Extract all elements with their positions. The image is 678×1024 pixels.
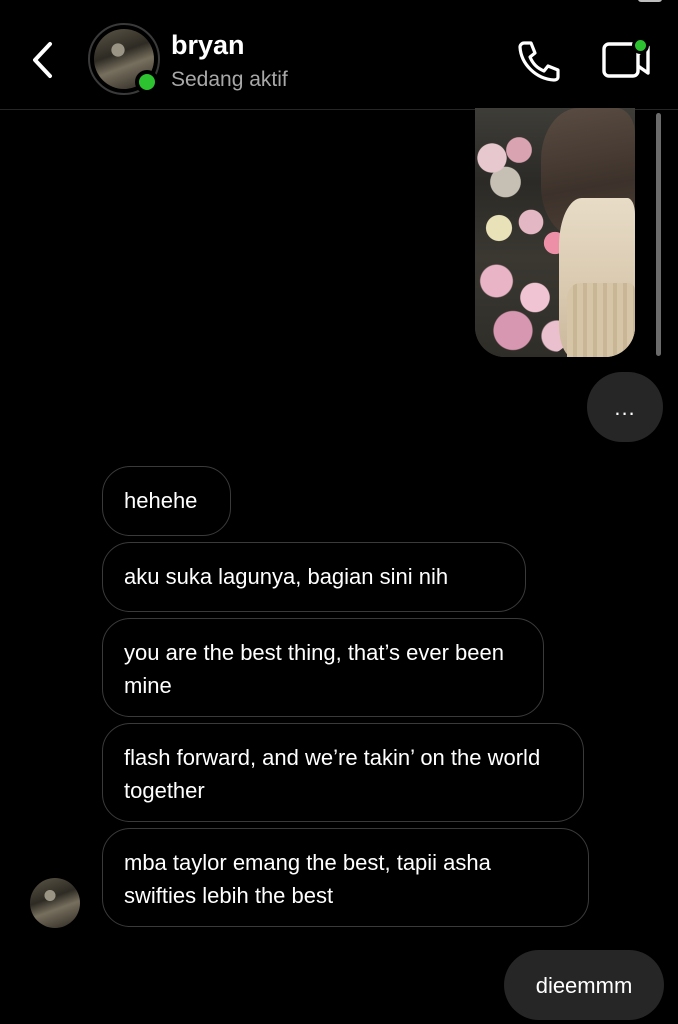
received-message[interactable]: flash forward, and we’re takin’ on the w… — [102, 723, 584, 822]
message-more-button[interactable]: ... — [587, 372, 663, 442]
chat-header: bryan Sedang aktif — [0, 0, 678, 110]
phone-icon — [518, 41, 560, 82]
message-text: flash forward, and we’re takin’ on the w… — [124, 745, 541, 803]
contact-name[interactable]: bryan — [171, 30, 245, 61]
message-text: mba taylor emang the best, tapii asha sw… — [124, 850, 491, 908]
received-message[interactable]: you are the best thing, that’s ever been… — [102, 618, 544, 717]
message-text: hehehe — [124, 488, 198, 513]
sent-photo-message[interactable] — [475, 108, 635, 357]
received-message[interactable]: aku suka lagunya, bagian sini nih — [102, 542, 526, 612]
video-call-button[interactable] — [600, 36, 654, 82]
received-message[interactable]: mba taylor emang the best, tapii asha sw… — [102, 828, 589, 927]
scroll-indicator[interactable] — [656, 113, 661, 356]
sender-avatar[interactable] — [30, 878, 80, 928]
photo-person-skirt — [567, 283, 635, 357]
back-button[interactable] — [26, 36, 62, 84]
sent-message[interactable]: dieemmm — [504, 950, 664, 1020]
contact-status: Sedang aktif — [171, 68, 288, 91]
video-active-dot — [632, 37, 649, 54]
contact-avatar[interactable] — [88, 23, 160, 95]
battery-icon — [638, 0, 662, 2]
voice-call-button[interactable] — [514, 38, 562, 82]
chat-screen: bryan Sedang aktif ... hehehe aku suka l… — [0, 0, 678, 1024]
more-dots-icon: ... — [614, 395, 636, 420]
online-status-dot — [135, 70, 159, 94]
message-text: aku suka lagunya, bagian sini nih — [124, 564, 449, 589]
received-message[interactable]: hehehe — [102, 466, 231, 536]
message-text: you are the best thing, that’s ever been… — [124, 640, 504, 698]
chevron-left-icon — [33, 42, 52, 78]
